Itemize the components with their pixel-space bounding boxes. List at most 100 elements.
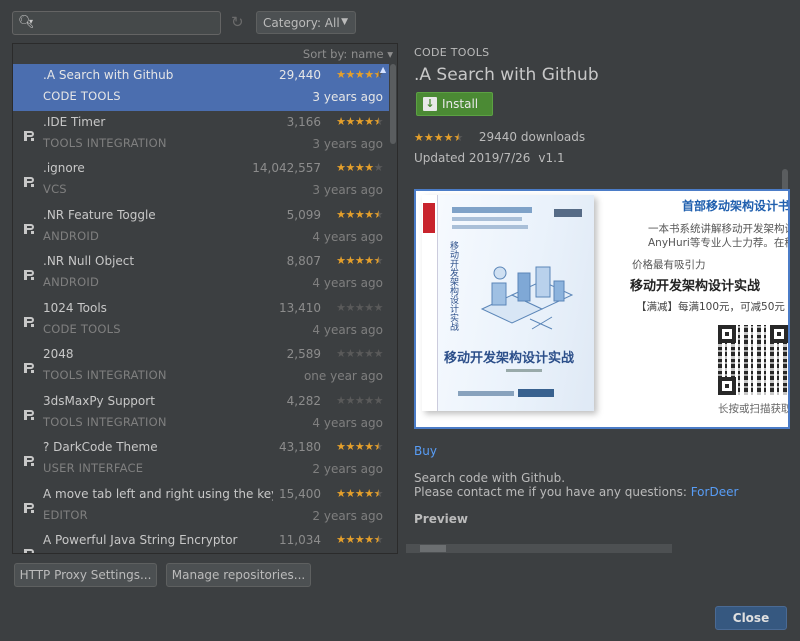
- star-full-icon: ★: [354, 114, 365, 128]
- plugin-category: ANDROID: [43, 228, 100, 243]
- plugin-downloads: 43,180: [279, 440, 321, 454]
- plugin-downloads: 11,034: [279, 533, 321, 547]
- plugin-list-item[interactable]: 1024 Tools CODE TOOLS 13,410 ★★★★★ 4 years a…: [13, 297, 391, 344]
- plugin-rating: ★★★★★: [336, 161, 383, 174]
- preview-scrollbar-thumb[interactable]: [420, 545, 446, 552]
- plugin-detail-pane: CODE TOOLS .A Search with Github ↓ Insta…: [400, 43, 790, 554]
- star-empty-icon: ★: [364, 300, 374, 314]
- book-spine: [422, 195, 438, 411]
- star-full-icon: ★: [364, 533, 374, 546]
- plugin-name: A move tab left and right using the keyb…: [43, 486, 273, 501]
- sort-dropdown[interactable]: Sort by: name ▾: [303, 47, 393, 61]
- download-icon: ↓: [423, 97, 437, 111]
- install-button[interactable]: ↓ Install: [416, 92, 493, 116]
- plugin-rows: .A Search with Github CODE TOOLS 29,440 ★★★…: [13, 64, 391, 553]
- star-full-icon: ★: [364, 207, 374, 221]
- search-options-caret-icon[interactable]: ▾: [29, 17, 33, 26]
- book-series-bar: [452, 217, 522, 221]
- plugin-list-item[interactable]: A Powerful Java String Encryptor 11,034 ★★…: [13, 529, 391, 553]
- plugin-category: VCS: [43, 182, 67, 196]
- plugin-downloads: 8,807: [286, 254, 321, 268]
- plugin-list-item[interactable]: 3dsMaxPy Support TOOLS INTEGRATION 4,282 ★★…: [13, 390, 391, 437]
- plugin-name: .ignore: [43, 161, 85, 175]
- plugin-name: ? DarkCode Theme: [43, 440, 158, 454]
- close-button[interactable]: Close: [715, 606, 787, 630]
- star-full-icon: ★: [354, 533, 365, 546]
- star-half-icon: ★: [373, 207, 384, 221]
- star-empty-icon: ★: [336, 347, 346, 360]
- plugin-icon: [24, 549, 34, 553]
- category-dropdown[interactable]: Category: All ▼: [256, 11, 356, 34]
- plugin-category: CODE TOOLS: [43, 89, 121, 103]
- plugin-downloads: 14,042,557: [252, 161, 321, 175]
- star-full-icon: ★: [345, 68, 356, 81]
- buy-link[interactable]: Buy: [414, 444, 437, 458]
- plugin-icon: [24, 270, 34, 280]
- detail-title: .A Search with Github: [414, 65, 599, 85]
- book-illustration: [480, 266, 574, 330]
- ad-promo-line: 【满减】每满100元，可减50元: [636, 301, 785, 313]
- book-advertisement-image[interactable]: 移动开发架构设计实战 移动开发架构设计实战 首部移动架构设计书籍 一本书系统讲解: [414, 189, 790, 429]
- plugin-list-item[interactable]: A move tab left and right using the keyb…: [13, 483, 391, 530]
- star-full-icon: ★: [345, 440, 356, 453]
- plugin-name: .NR Null Object: [43, 254, 135, 268]
- plugin-age: 4 years ago: [312, 229, 383, 244]
- plugin-name: 3dsMaxPy Support: [43, 393, 155, 408]
- plugin-icon: [24, 456, 34, 466]
- detail-version: v1.1: [538, 151, 565, 165]
- http-proxy-settings-button[interactable]: HTTP Proxy Settings...: [14, 563, 157, 587]
- plugin-list-item[interactable]: 2048 TOOLS INTEGRATION 2,589 ★★★★★ one year …: [13, 343, 391, 390]
- publisher-logo: [554, 209, 582, 217]
- contact-link[interactable]: ForDeer: [691, 485, 739, 499]
- plugin-age: 4 years ago: [312, 322, 383, 337]
- search-field[interactable]: 🔍︎ ▾: [12, 11, 221, 35]
- description-text: Please contact me if you have any questi…: [414, 485, 687, 499]
- star-empty-icon: ★: [345, 347, 356, 360]
- plugin-icon: [24, 177, 34, 187]
- detail-updated: Updated 2019/7/26 v1.1: [414, 151, 565, 165]
- star-full-icon: ★: [364, 440, 374, 453]
- plugin-rating: ★★★★★: [336, 254, 383, 267]
- ad-heading: 首部移动架构设计书籍: [682, 199, 790, 213]
- plugin-icon: [24, 223, 34, 234]
- plugin-list-item[interactable]: .ignore VCS 14,042,557 ★★★★★ 3 years ago: [13, 157, 391, 204]
- plugin-list[interactable]: Sort by: name ▾ .A Search with Github COD…: [12, 43, 398, 554]
- ad-book-name: 移动开发架构设计实战: [630, 279, 761, 294]
- preview-scrollbar[interactable]: [406, 544, 672, 553]
- chevron-down-icon: ▼: [341, 17, 348, 27]
- star-full-icon: ★: [345, 161, 356, 174]
- qr-caption: 长按或扫描获取: [718, 403, 790, 415]
- manage-repositories-button[interactable]: Manage repositories...: [166, 563, 311, 587]
- detail-downloads: 29440 downloads: [478, 130, 586, 144]
- plugin-age: 2 years ago: [312, 462, 383, 476]
- plugin-list-item[interactable]: ? DarkCode Theme USER INTERFACE 43,180 ★★★★…: [13, 436, 391, 483]
- list-scrollbar[interactable]: [389, 64, 397, 553]
- install-label: Install: [442, 97, 479, 111]
- plugin-icon: [24, 363, 34, 373]
- plugin-list-item[interactable]: .NR Null Object ANDROID 8,807 ★★★★★ 4 years …: [13, 250, 391, 297]
- book-spine-mark: [423, 203, 435, 233]
- star-empty-icon: ★: [336, 300, 346, 314]
- star-half-icon: ★: [373, 533, 384, 546]
- star-full-icon: ★: [354, 486, 365, 500]
- star-full-icon: ★: [345, 207, 356, 221]
- search-input[interactable]: [41, 14, 216, 32]
- plugin-icon: [24, 409, 34, 420]
- plugin-name: 1024 Tools: [43, 300, 107, 315]
- plugin-name: A Powerful Java String Encryptor: [43, 533, 238, 547]
- refresh-icon[interactable]: ↻: [231, 13, 244, 31]
- plugin-list-item[interactable]: .A Search with Github CODE TOOLS 29,440 ★★★…: [13, 64, 391, 111]
- star-full-icon: ★: [354, 440, 365, 453]
- plugin-age: 4 years ago: [312, 276, 383, 290]
- sort-label: Sort by: name: [302, 47, 384, 61]
- list-scrollbar-thumb[interactable]: [390, 64, 396, 144]
- plugin-age: 3 years ago: [312, 136, 383, 151]
- plugin-icon: [24, 316, 34, 327]
- star-full-icon: ★: [364, 114, 374, 128]
- plugin-icon: [24, 130, 34, 141]
- plugin-list-item[interactable]: .NR Feature Toggle ANDROID 5,099 ★★★★★ 4 yea…: [13, 204, 391, 251]
- star-half-icon: ★: [373, 114, 384, 128]
- qr-finder: [718, 377, 736, 395]
- plugin-list-item[interactable]: .IDE Timer TOOLS INTEGRATION 3,166 ★★★★★ 3 y…: [13, 111, 391, 158]
- star-full-icon: ★: [364, 161, 374, 174]
